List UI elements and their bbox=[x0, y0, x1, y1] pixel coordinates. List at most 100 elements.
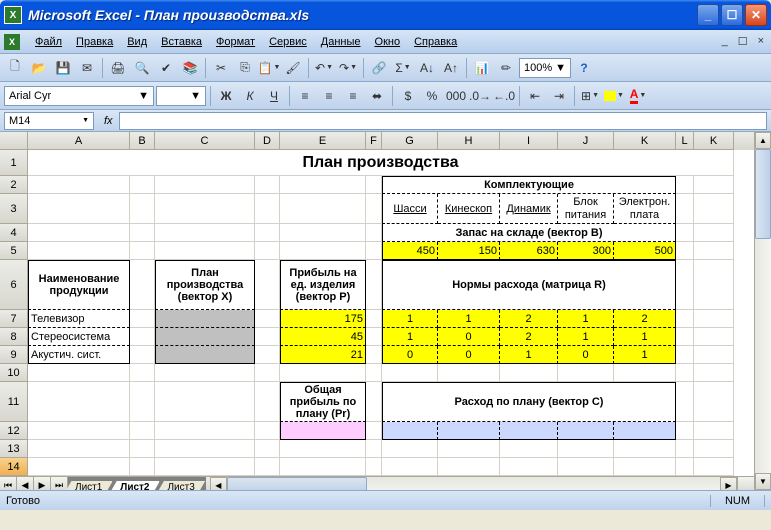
sheet-tab[interactable]: Лист3 bbox=[156, 480, 205, 490]
cell[interactable] bbox=[280, 242, 366, 260]
cell[interactable] bbox=[130, 176, 155, 194]
cell[interactable]: 175 bbox=[280, 310, 366, 328]
new-button[interactable]: 🗋 bbox=[4, 57, 26, 79]
menu-window[interactable]: Окно bbox=[368, 33, 408, 51]
minimize-button[interactable]: _ bbox=[697, 4, 719, 26]
fx-icon[interactable]: fx bbox=[104, 115, 113, 127]
cell[interactable] bbox=[558, 458, 614, 476]
cell[interactable] bbox=[155, 422, 255, 440]
save-button[interactable]: 💾 bbox=[52, 57, 74, 79]
cell[interactable] bbox=[130, 422, 155, 440]
cell[interactable] bbox=[255, 364, 280, 382]
cell[interactable] bbox=[558, 364, 614, 382]
cell[interactable]: 0 bbox=[438, 346, 500, 364]
cell[interactable] bbox=[694, 422, 734, 440]
cell[interactable]: 1 bbox=[558, 310, 614, 328]
cell[interactable] bbox=[500, 364, 558, 382]
menu-format[interactable]: Формат bbox=[209, 33, 262, 51]
cell[interactable] bbox=[382, 422, 438, 440]
cell[interactable] bbox=[676, 364, 694, 382]
cell[interactable] bbox=[130, 346, 155, 364]
cell[interactable] bbox=[676, 328, 694, 346]
cell[interactable] bbox=[366, 224, 382, 242]
cell-plan[interactable]: План производства (вектор X) bbox=[155, 260, 255, 310]
print-button[interactable]: 🖨 bbox=[107, 57, 129, 79]
row-header[interactable]: 5 bbox=[0, 242, 28, 260]
italic-button[interactable]: К bbox=[239, 85, 261, 107]
cell[interactable] bbox=[280, 440, 366, 458]
cell[interactable] bbox=[676, 458, 694, 476]
cell[interactable] bbox=[155, 382, 255, 422]
row-header[interactable]: 13 bbox=[0, 440, 28, 458]
cell[interactable] bbox=[28, 382, 130, 422]
cell[interactable] bbox=[280, 224, 366, 242]
cell[interactable]: 150 bbox=[438, 242, 500, 260]
cell[interactable] bbox=[255, 458, 280, 476]
col-header[interactable]: B bbox=[130, 132, 155, 150]
cell[interactable] bbox=[28, 242, 130, 260]
cell[interactable] bbox=[614, 364, 676, 382]
cell-rashod[interactable]: Расход по плану (вектор C) bbox=[382, 382, 676, 422]
scroll-down-button[interactable]: ▼ bbox=[755, 473, 771, 490]
row-header[interactable]: 2 bbox=[0, 176, 28, 194]
cell[interactable] bbox=[366, 382, 382, 422]
cell-pribyl[interactable]: Прибыль на ед. изделия (вектор P) bbox=[280, 260, 366, 310]
row-header[interactable]: 9 bbox=[0, 346, 28, 364]
cell[interactable] bbox=[694, 346, 734, 364]
col-header[interactable]: D bbox=[255, 132, 280, 150]
cell[interactable]: Акустич. сист. bbox=[28, 346, 130, 364]
vscroll-thumb[interactable] bbox=[755, 149, 771, 239]
cell[interactable] bbox=[366, 346, 382, 364]
cell[interactable] bbox=[694, 176, 734, 194]
scroll-left-button[interactable]: ◀ bbox=[210, 477, 227, 490]
menu-tools[interactable]: Сервис bbox=[262, 33, 314, 51]
cell[interactable] bbox=[28, 364, 130, 382]
tab-nav-next[interactable]: ▶ bbox=[34, 477, 51, 490]
open-button[interactable]: 📂 bbox=[28, 57, 50, 79]
cell[interactable]: 21 bbox=[280, 346, 366, 364]
cell[interactable] bbox=[130, 242, 155, 260]
mdi-close-button[interactable]: × bbox=[755, 35, 767, 48]
cell[interactable] bbox=[694, 458, 734, 476]
menu-view[interactable]: Вид bbox=[120, 33, 154, 51]
cell[interactable] bbox=[155, 194, 255, 224]
cell[interactable] bbox=[676, 194, 694, 224]
mdi-restore-button[interactable]: ☐ bbox=[735, 35, 751, 48]
align-center-button[interactable]: ≡ bbox=[318, 85, 340, 107]
cell[interactable] bbox=[155, 242, 255, 260]
cell[interactable]: 1 bbox=[614, 328, 676, 346]
row-header[interactable]: 12 bbox=[0, 422, 28, 440]
cell[interactable]: 2 bbox=[500, 328, 558, 346]
cell[interactable] bbox=[382, 440, 438, 458]
cell[interactable]: Шасси bbox=[382, 194, 438, 224]
col-header[interactable]: C bbox=[155, 132, 255, 150]
cell[interactable] bbox=[155, 440, 255, 458]
cell[interactable] bbox=[130, 328, 155, 346]
cell[interactable] bbox=[280, 176, 366, 194]
cell[interactable] bbox=[255, 422, 280, 440]
preview-button[interactable]: 🔍 bbox=[131, 57, 153, 79]
menu-file[interactable]: Файл bbox=[28, 33, 69, 51]
scroll-right-button[interactable]: ▶ bbox=[720, 477, 737, 490]
cell[interactable] bbox=[676, 224, 694, 242]
cell[interactable] bbox=[614, 458, 676, 476]
cell[interactable] bbox=[558, 440, 614, 458]
tab-nav-first[interactable]: ⏮ bbox=[0, 477, 17, 490]
cell[interactable] bbox=[255, 194, 280, 224]
row-header[interactable]: 4 bbox=[0, 224, 28, 242]
cell[interactable] bbox=[694, 382, 734, 422]
cell[interactable] bbox=[255, 310, 280, 328]
permission-button[interactable]: ✉ bbox=[76, 57, 98, 79]
cell[interactable] bbox=[28, 194, 130, 224]
menu-help[interactable]: Справка bbox=[407, 33, 464, 51]
cell[interactable]: 1 bbox=[614, 346, 676, 364]
col-header[interactable]: J bbox=[558, 132, 614, 150]
decrease-decimal-button[interactable]: ←.0 bbox=[493, 85, 515, 107]
sheet-title[interactable]: План производства bbox=[28, 150, 734, 176]
zoom-combo[interactable]: 100%▼ bbox=[519, 58, 571, 78]
cell[interactable] bbox=[438, 458, 500, 476]
cell[interactable]: Динамик bbox=[500, 194, 558, 224]
font-combo[interactable]: Arial Cyr▼ bbox=[4, 86, 154, 106]
drawing-button[interactable]: ✏ bbox=[495, 57, 517, 79]
cell[interactable] bbox=[366, 260, 382, 310]
